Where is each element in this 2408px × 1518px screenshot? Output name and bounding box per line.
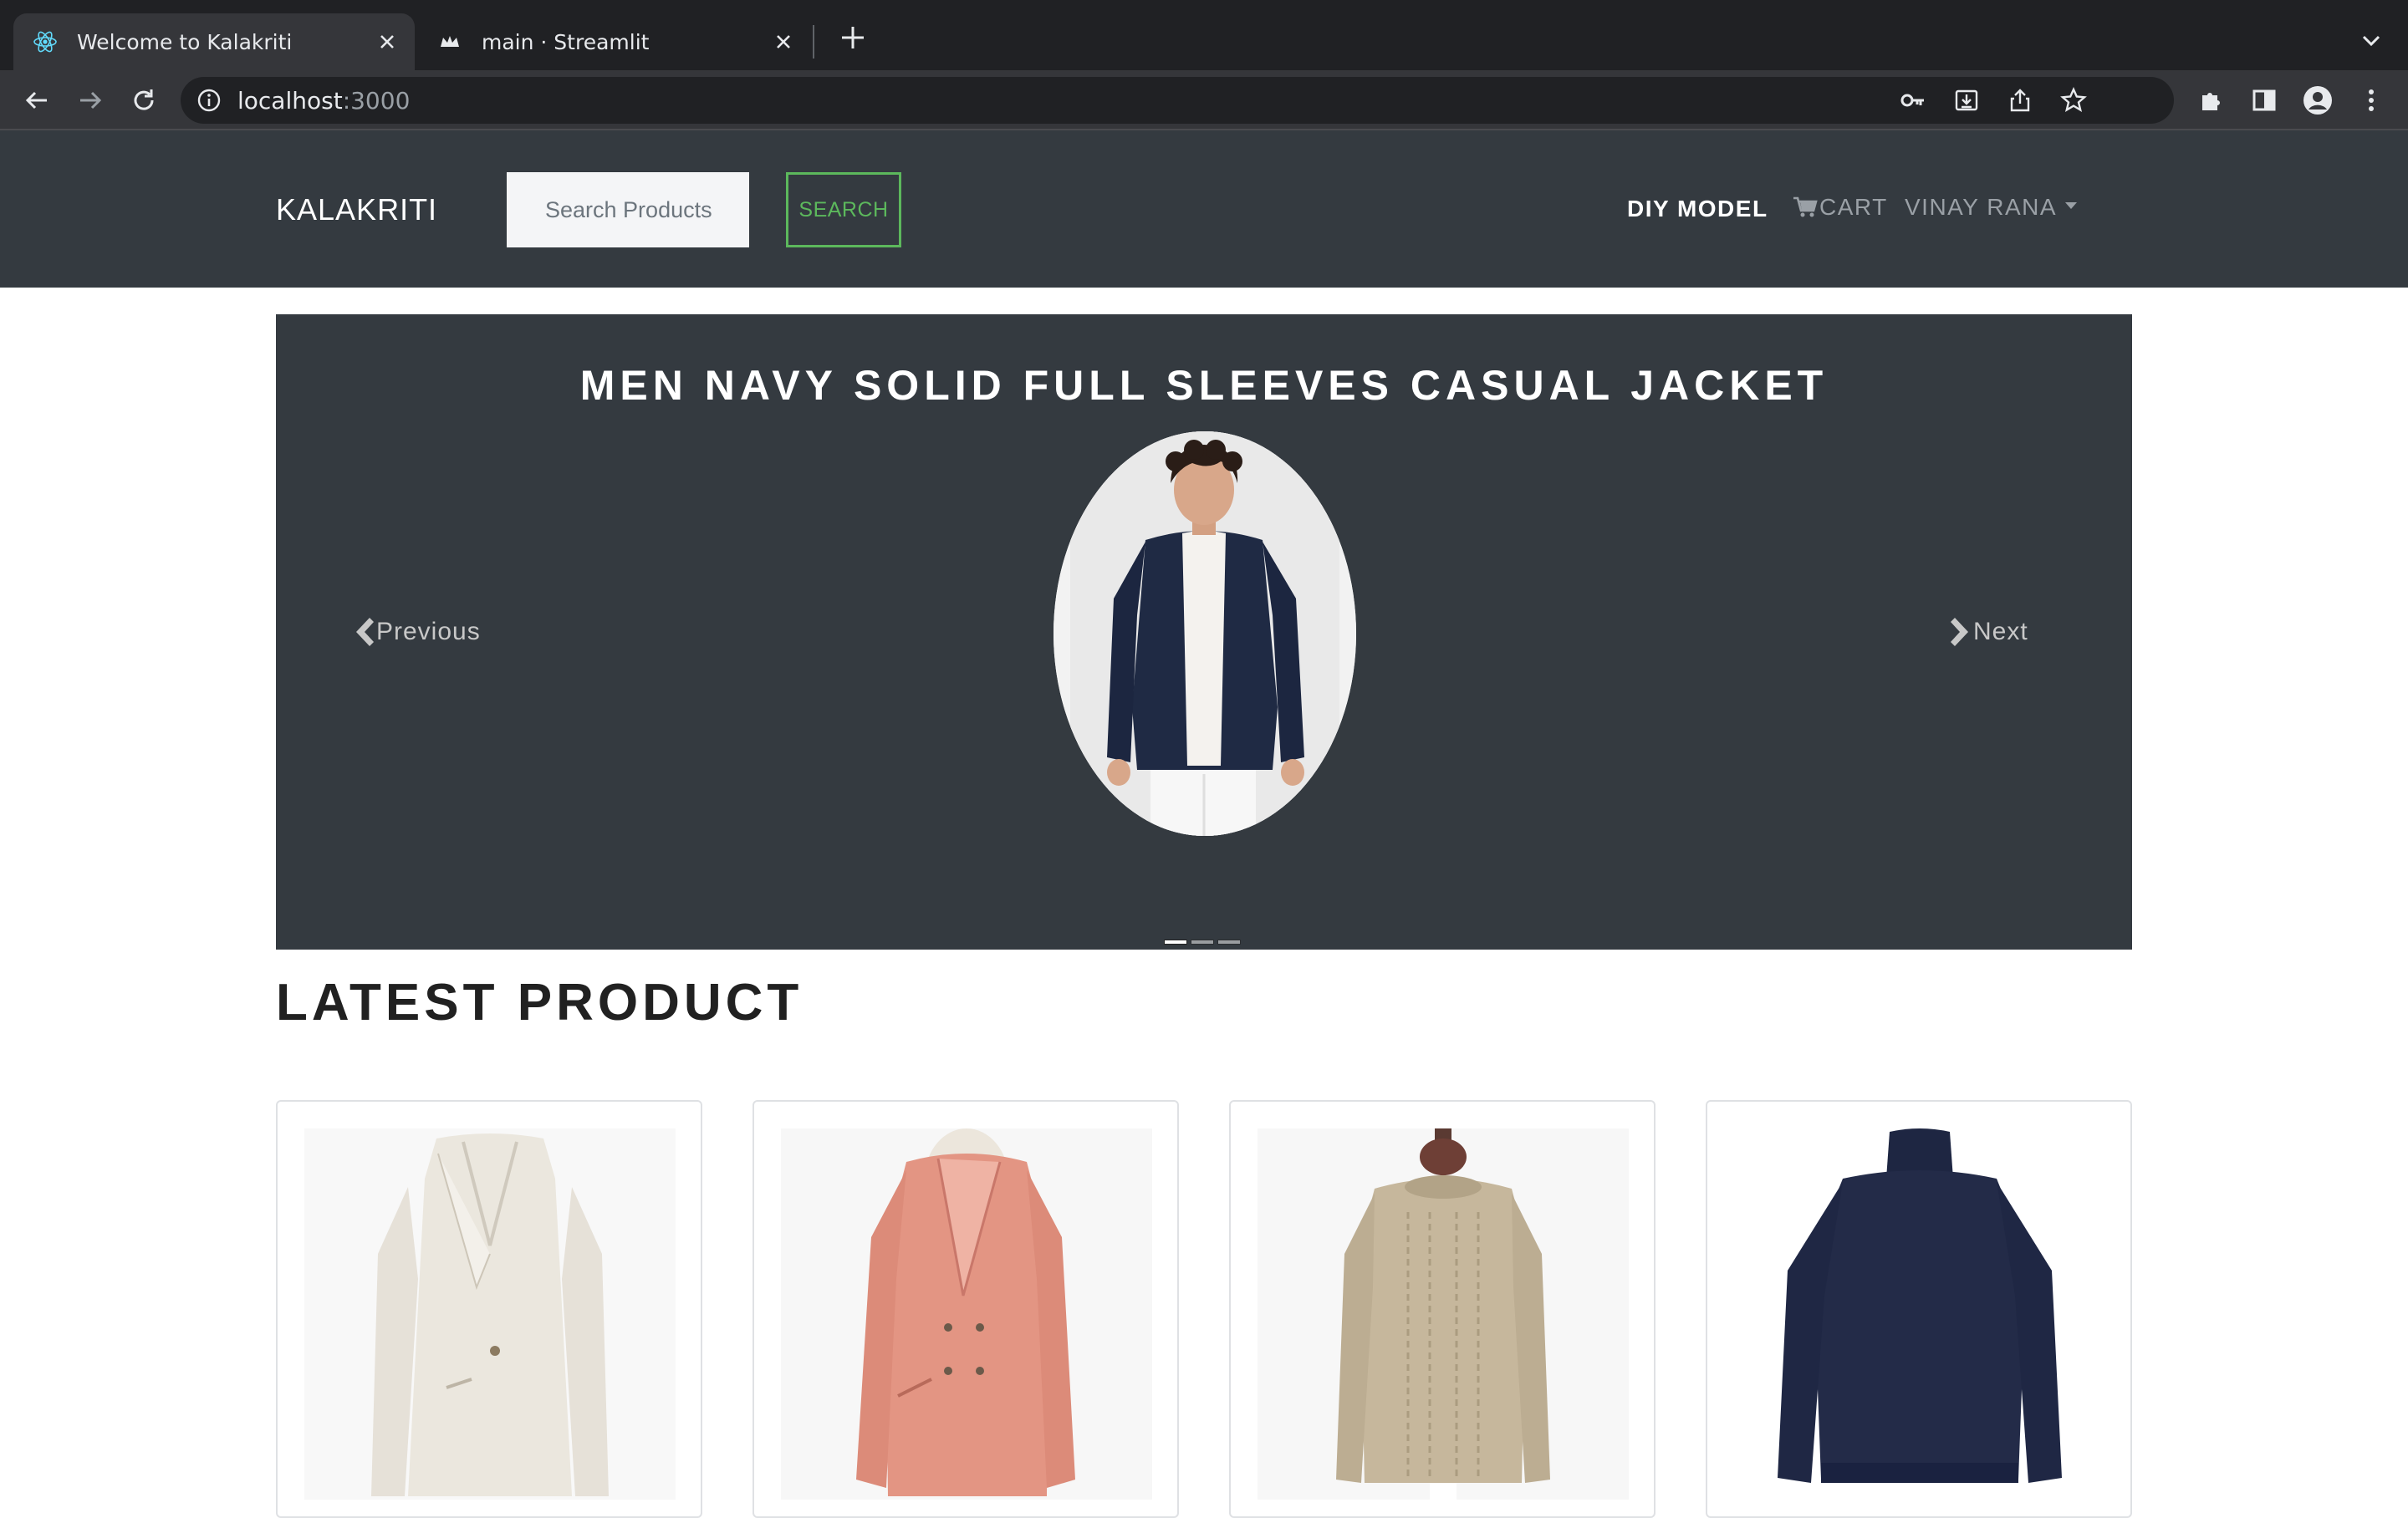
product-card[interactable] — [752, 1100, 1179, 1518]
user-name: VINAY RANA — [1905, 194, 2058, 220]
carousel-next[interactable]: Next — [1948, 615, 2028, 649]
carousel-next-label: Next — [1973, 618, 2028, 645]
key-icon[interactable] — [1900, 87, 1926, 114]
url-text: localhost:3000 — [237, 87, 411, 115]
carousel-product-image[interactable] — [1054, 431, 1356, 836]
tab-kalakriti[interactable]: Welcome to Kalakriti — [13, 13, 415, 70]
product-image-beige-sweater[interactable] — [1258, 1128, 1629, 1500]
carousel-indicators — [1164, 940, 1241, 945]
chevron-right-icon — [1948, 615, 1973, 649]
tab-divider — [813, 25, 814, 59]
nav-cart[interactable]: CART — [1793, 194, 1888, 221]
latest-product-heading: LATEST PRODUCT — [276, 974, 804, 1032]
product-card[interactable] — [1229, 1100, 1656, 1518]
carousel-prev[interactable]: Previous — [351, 615, 481, 649]
share-icon[interactable] — [2007, 87, 2033, 114]
product-card[interactable] — [276, 1100, 702, 1518]
site-navbar: KALAKRITI SEARCH DIY MODEL CART VINAY RA… — [0, 130, 2408, 288]
carousel-prev-label: Previous — [376, 618, 481, 645]
carousel-indicator[interactable] — [1217, 940, 1241, 945]
caret-down-icon — [2065, 202, 2078, 209]
side-panel-icon[interactable] — [2247, 84, 2281, 117]
react-icon — [32, 28, 59, 55]
forward-arrow-icon[interactable] — [74, 84, 107, 117]
close-icon[interactable] — [769, 28, 798, 56]
install-app-icon[interactable] — [1953, 87, 1980, 114]
carousel-slide-title: MEN NAVY SOLID FULL SLEEVES CASUAL JACKE… — [579, 362, 1829, 409]
bookmark-star-icon[interactable] — [2060, 87, 2087, 114]
streamlit-crown-icon — [436, 28, 463, 55]
browser-tabstrip: Welcome to Kalakriti main · Streamlit — [0, 0, 2408, 70]
new-tab-plus-icon[interactable] — [836, 23, 870, 60]
search-input[interactable] — [507, 172, 749, 247]
product-image-white-blazer[interactable] — [304, 1128, 676, 1500]
site-info-icon[interactable] — [196, 87, 222, 114]
brand-logo[interactable]: KALAKRITI — [276, 192, 437, 227]
tab-title: Welcome to Kalakriti — [77, 29, 293, 54]
browser-menu-icon[interactable] — [2354, 84, 2388, 117]
tab-search-chevron-icon[interactable] — [2356, 25, 2386, 55]
user-dropdown[interactable]: VINAY RANA — [1905, 194, 2078, 221]
carousel-indicator[interactable] — [1191, 940, 1214, 945]
address-bar[interactable]: localhost:3000 — [181, 77, 2174, 124]
product-image-peach-coat[interactable] — [781, 1128, 1152, 1500]
featured-carousel: MEN NAVY SOLID FULL SLEEVES CASUAL JACKE… — [276, 314, 2132, 950]
cart-label: CART — [1819, 194, 1888, 220]
chevron-left-icon — [351, 615, 376, 649]
browser-toolbar: localhost:3000 — [0, 70, 2408, 130]
back-arrow-icon[interactable] — [20, 84, 54, 117]
product-image-navy-turtleneck[interactable] — [1734, 1128, 2105, 1500]
carousel-indicator[interactable] — [1164, 940, 1187, 945]
product-card[interactable] — [1706, 1100, 2132, 1518]
tab-streamlit[interactable]: main · Streamlit — [418, 13, 811, 70]
cart-icon — [1793, 196, 1818, 219]
profile-avatar-icon[interactable] — [2301, 84, 2334, 117]
tab-title: main · Streamlit — [482, 29, 650, 54]
extensions-puzzle-icon[interactable] — [2194, 84, 2227, 117]
close-icon[interactable] — [373, 28, 401, 56]
nav-diy-model[interactable]: DIY MODEL — [1627, 196, 1768, 222]
reload-icon[interactable] — [127, 84, 161, 117]
search-button[interactable]: SEARCH — [786, 172, 901, 247]
